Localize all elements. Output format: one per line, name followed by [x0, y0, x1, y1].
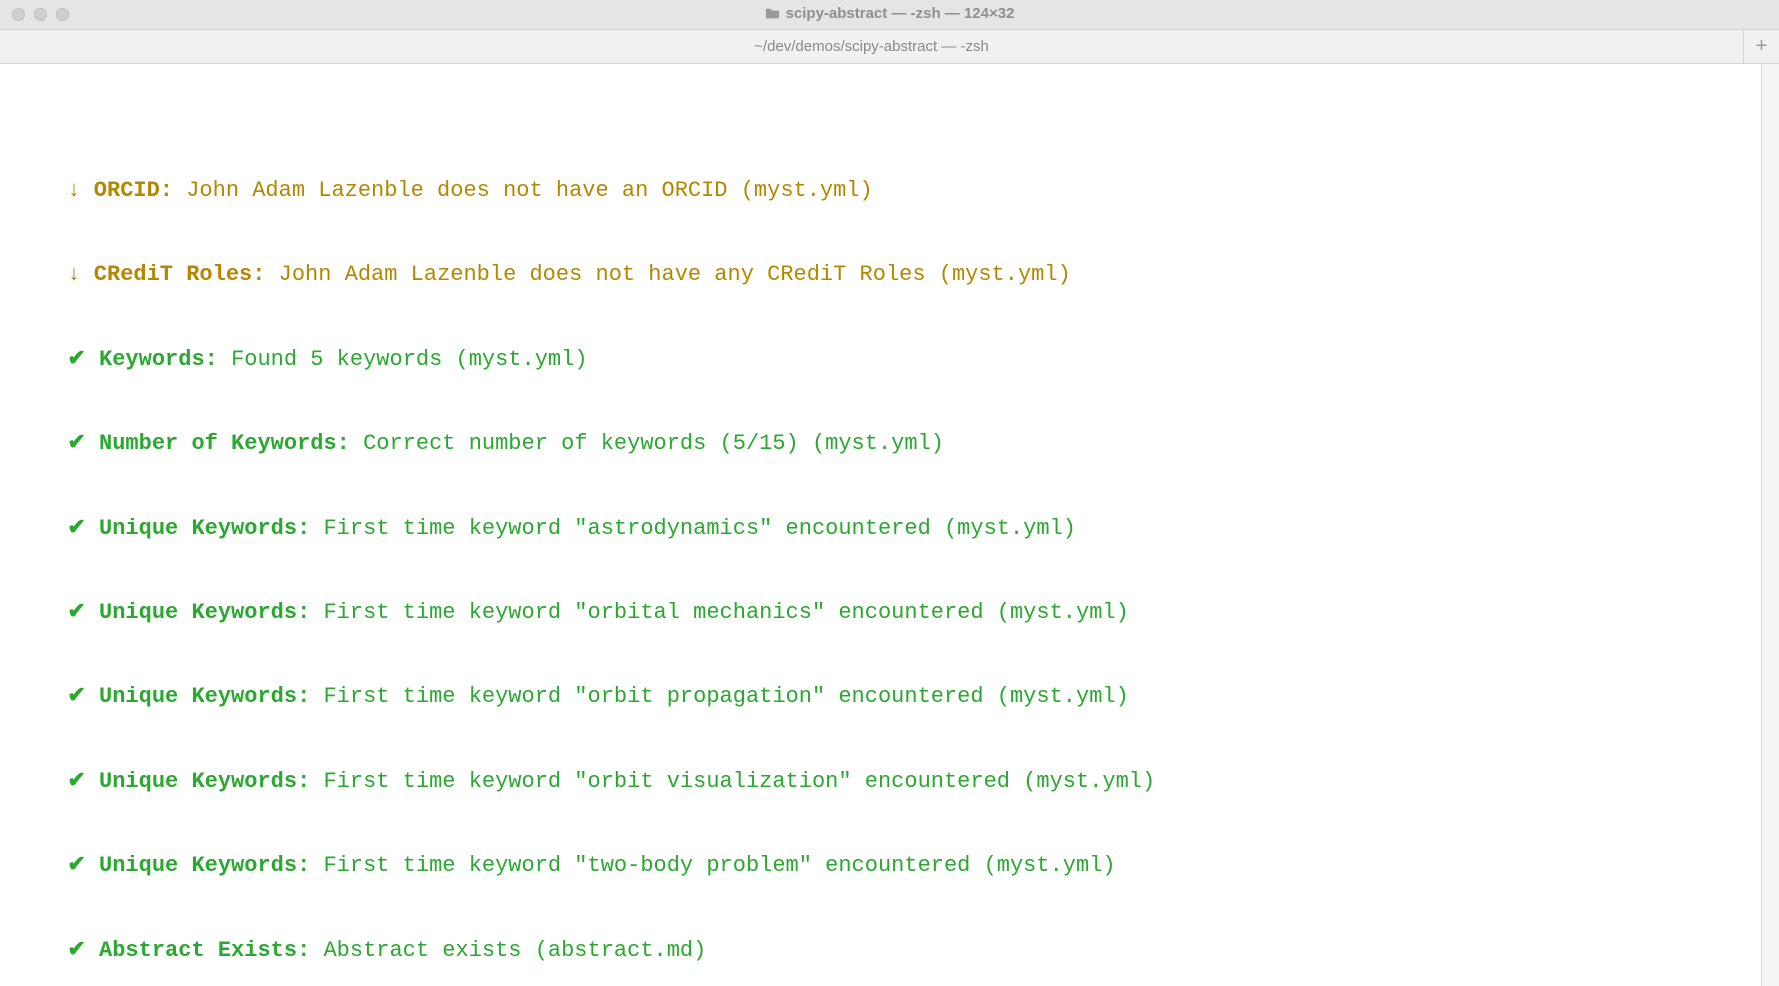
window-titlebar: scipy-abstract — -zsh — 124×32: [0, 0, 1779, 30]
check-msg: John Adam Lazenble does not have any CRe…: [279, 262, 1071, 287]
check-icon: ✔: [67, 938, 85, 963]
check-label: Unique Keywords:: [99, 853, 310, 878]
check-label: Unique Keywords:: [99, 600, 310, 625]
zoom-window-button[interactable]: [56, 8, 69, 21]
check-line: ↓ ORCID: John Adam Lazenble does not hav…: [8, 177, 1771, 205]
window-controls: [0, 8, 69, 21]
check-icon: ✔: [67, 769, 85, 794]
check-line: ✔ Unique Keywords: First time keyword "t…: [8, 852, 1771, 880]
check-label: Unique Keywords:: [99, 684, 310, 709]
check-label: ORCID:: [94, 178, 173, 203]
check-line: ↓ CRediT Roles: John Adam Lazenble does …: [8, 261, 1771, 289]
arrow-down-icon: ↓: [67, 262, 80, 287]
check-label: CRediT Roles:: [94, 262, 266, 287]
check-line: ✔ Unique Keywords: First time keyword "a…: [8, 515, 1771, 543]
check-line: ✔ Unique Keywords: First time keyword "o…: [8, 599, 1771, 627]
check-label: Unique Keywords:: [99, 769, 310, 794]
check-line: ✔ Keywords: Found 5 keywords (myst.yml): [8, 346, 1771, 374]
check-label: Abstract Exists:: [99, 938, 310, 963]
tab-bar: ~/dev/demos/scipy-abstract — -zsh +: [0, 30, 1779, 64]
check-msg: John Adam Lazenble does not have an ORCI…: [186, 178, 873, 203]
check-label: Number of Keywords:: [99, 431, 350, 456]
check-msg: First time keyword "astrodynamics" encou…: [323, 516, 1076, 541]
terminal-tab[interactable]: ~/dev/demos/scipy-abstract — -zsh: [0, 30, 1743, 63]
check-msg: First time keyword "orbit visualization"…: [323, 769, 1155, 794]
check-line: ✔ Abstract Exists: Abstract exists (abst…: [8, 937, 1771, 965]
check-icon: ✔: [67, 853, 85, 878]
check-msg: Abstract exists (abstract.md): [323, 938, 706, 963]
check-icon: ✔: [67, 600, 85, 625]
scrollbar-track[interactable]: [1761, 64, 1779, 986]
check-label: Keywords:: [99, 347, 218, 372]
check-line: ✔ Unique Keywords: First time keyword "o…: [8, 683, 1771, 711]
arrow-down-icon: ↓: [67, 178, 80, 203]
window-title: scipy-abstract — -zsh — 124×32: [0, 4, 1779, 24]
minimize-window-button[interactable]: [34, 8, 47, 21]
window-title-text: scipy-abstract — -zsh — 124×32: [786, 5, 1015, 22]
check-icon: ✔: [67, 684, 85, 709]
check-msg: Found 5 keywords (myst.yml): [231, 347, 587, 372]
check-msg: First time keyword "orbit propagation" e…: [323, 684, 1128, 709]
check-icon: ✔: [67, 347, 85, 372]
tab-title: ~/dev/demos/scipy-abstract — -zsh: [754, 37, 989, 56]
check-icon: ✔: [67, 431, 85, 456]
check-label: Unique Keywords:: [99, 516, 310, 541]
check-msg: First time keyword "orbital mechanics" e…: [323, 600, 1128, 625]
check-line: ✔ Number of Keywords: Correct number of …: [8, 430, 1771, 458]
terminal-output[interactable]: ↓ ORCID: John Adam Lazenble does not hav…: [0, 64, 1779, 986]
new-tab-button[interactable]: +: [1743, 30, 1779, 63]
folder-icon: [765, 5, 780, 24]
check-icon: ✔: [67, 516, 85, 541]
check-line: ✔ Unique Keywords: First time keyword "o…: [8, 768, 1771, 796]
check-msg: First time keyword "two-body problem" en…: [323, 853, 1115, 878]
close-window-button[interactable]: [12, 8, 25, 21]
check-msg: Correct number of keywords (5/15) (myst.…: [363, 431, 944, 456]
